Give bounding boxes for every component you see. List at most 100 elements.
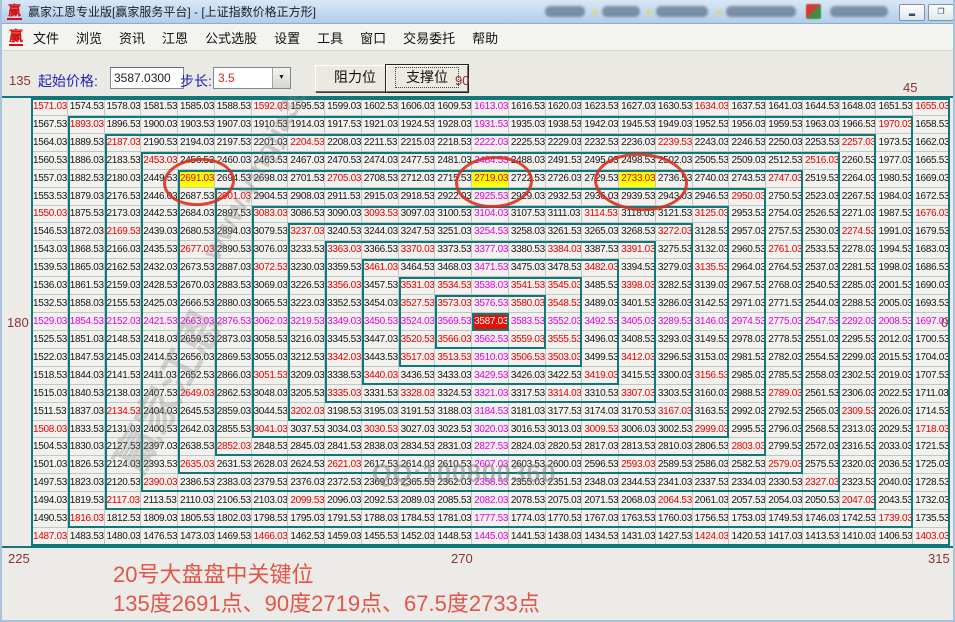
- grid-cell: 1739.03: [876, 510, 913, 528]
- step-combobox[interactable]: 3.5 ▼: [213, 67, 291, 89]
- grid-cell: 3069.03: [252, 277, 289, 295]
- grid-cell: 2995.53: [729, 421, 766, 439]
- angle-label-135: 135: [9, 73, 31, 88]
- menu-item-4[interactable]: 公式选股: [205, 28, 257, 47]
- grid-cell: 2736.53: [656, 170, 693, 188]
- grid-cell: 2138.03: [105, 385, 142, 403]
- grid-cell: 2876.53: [215, 313, 252, 331]
- grid-cell: 1998.03: [876, 259, 913, 277]
- menu-item-0[interactable]: 文件: [33, 28, 59, 47]
- grid-cell: 3552.03: [546, 313, 583, 331]
- menu-bar: 赢 文件浏览资讯江恩公式选股设置工具窗口交易委托帮助: [0, 24, 955, 51]
- grid-cell: 1448.53: [435, 528, 472, 546]
- grid-cell: 2764.53: [766, 259, 803, 277]
- grid-cell: 2817.03: [582, 438, 619, 456]
- menu-item-2[interactable]: 资讯: [119, 28, 145, 47]
- grid-cell: 2593.03: [619, 456, 656, 474]
- menu-item-5[interactable]: 设置: [274, 28, 300, 47]
- grid-cell: 3349.03: [325, 313, 362, 331]
- grid-cell: 1809.03: [141, 510, 178, 528]
- grid-cell: 2533.53: [803, 241, 840, 259]
- grid-cell: 2054.03: [766, 492, 803, 510]
- grid-cell: 1431.03: [619, 528, 656, 546]
- grid-cell: 2526.53: [803, 206, 840, 224]
- grid-cell: 1802.03: [215, 510, 252, 528]
- support-button-label: 支撑位: [395, 67, 459, 88]
- grid-cell: 1840.53: [68, 385, 105, 403]
- minimize-button[interactable]: ▂: [899, 4, 925, 21]
- menu-item-8[interactable]: 交易委托: [403, 28, 455, 47]
- grid-cell: 1819.53: [68, 492, 105, 510]
- grid-cell: 3072.53: [252, 259, 289, 277]
- grid-cell: 1917.53: [325, 116, 362, 134]
- grid-cell: 2579.03: [766, 456, 803, 474]
- grid-cell: 1518.53: [31, 367, 68, 385]
- grid-cell: 2278.03: [840, 241, 877, 259]
- grid-cell: 1413.53: [803, 528, 840, 546]
- grid-cell: 3226.53: [288, 277, 325, 295]
- grid-cell: 2166.03: [105, 241, 142, 259]
- grid-cell: 3373.53: [435, 241, 472, 259]
- grid-cell: 3499.53: [582, 349, 619, 367]
- menu-item-1[interactable]: 浏览: [76, 28, 102, 47]
- grid-cell: 1501.03: [31, 456, 68, 474]
- grid-cell: 1630.53: [656, 98, 693, 116]
- grid-cell: 3244.03: [362, 223, 399, 241]
- grid-cell: 3149.53: [693, 331, 730, 349]
- grid-cell: 3146.03: [693, 313, 730, 331]
- grid-cell: 2057.53: [729, 492, 766, 510]
- grid-cell: 1938.53: [546, 116, 583, 134]
- grid-cell: 1567.53: [31, 116, 68, 134]
- grid-cell: 3167.03: [656, 403, 693, 421]
- grid-cell: 3391.03: [619, 241, 656, 259]
- grid-cell: 2386.53: [178, 474, 215, 492]
- maximize-button[interactable]: ❐: [928, 4, 954, 21]
- grid-cell: 2330.53: [766, 474, 803, 492]
- grid-cell: 1532.53: [31, 295, 68, 313]
- grid-cell: 2901.03: [215, 188, 252, 206]
- grid-cell: 3506.53: [509, 349, 546, 367]
- grid-cell: 3562.53: [472, 331, 509, 349]
- grid-cell: 3160.03: [693, 385, 730, 403]
- grid-cell: 1623.53: [582, 98, 619, 116]
- grid-cell: 1557.03: [31, 170, 68, 188]
- menu-items: 文件浏览资讯江恩公式选股设置工具窗口交易委托帮助: [33, 28, 515, 47]
- grid-cell: 2813.53: [619, 438, 656, 456]
- grid-cell: 1921.03: [362, 116, 399, 134]
- chevron-down-icon[interactable]: ▼: [272, 68, 290, 88]
- grid-cell: 2295.53: [840, 331, 877, 349]
- menu-item-3[interactable]: 江恩: [162, 28, 188, 47]
- grid-cell: 1490.53: [31, 510, 68, 528]
- grid-cell: 2911.53: [325, 188, 362, 206]
- grid-cell: 2470.53: [325, 152, 362, 170]
- grid-cell: 3139.03: [693, 277, 730, 295]
- grid-cell: 1581.53: [141, 98, 178, 116]
- grid-cell: 1865.03: [68, 259, 105, 277]
- grid-cell-key: 2691.03: [178, 170, 215, 188]
- grid-cell: 2355.03: [509, 474, 546, 492]
- grid-cell: 2659.53: [178, 331, 215, 349]
- angle-label-90: 90: [455, 73, 469, 88]
- grid-cell: 3475.03: [509, 259, 546, 277]
- menu-item-7[interactable]: 窗口: [360, 28, 386, 47]
- menu-item-6[interactable]: 工具: [317, 28, 343, 47]
- grid-cell: 2505.53: [693, 152, 730, 170]
- grid-cell: 3135.53: [693, 259, 730, 277]
- grid-cell: 2551.03: [803, 331, 840, 349]
- grid-cell: 3093.53: [362, 206, 399, 224]
- grid-cell: 2033.03: [876, 438, 913, 456]
- start-price-input[interactable]: [110, 67, 184, 89]
- grid-cell: 3370.03: [399, 241, 436, 259]
- resistance-button[interactable]: 阻力位: [315, 65, 395, 92]
- grid-cell: 2649.03: [178, 385, 215, 403]
- grid-cell: 3398.03: [619, 277, 656, 295]
- grid-cell: 3104.03: [472, 206, 509, 224]
- annotation-line2: 135度2691点、90度2719点、67.5度2733点: [113, 586, 540, 618]
- grid-cell: 2810.03: [656, 438, 693, 456]
- menu-item-9[interactable]: 帮助: [472, 28, 498, 47]
- grid-cell: 3419.03: [582, 367, 619, 385]
- grid-cell: 1949.03: [656, 116, 693, 134]
- grid-cell: 1984.03: [876, 188, 913, 206]
- grid-cell: 2827.53: [472, 438, 509, 456]
- grid-cell: 2148.53: [105, 331, 142, 349]
